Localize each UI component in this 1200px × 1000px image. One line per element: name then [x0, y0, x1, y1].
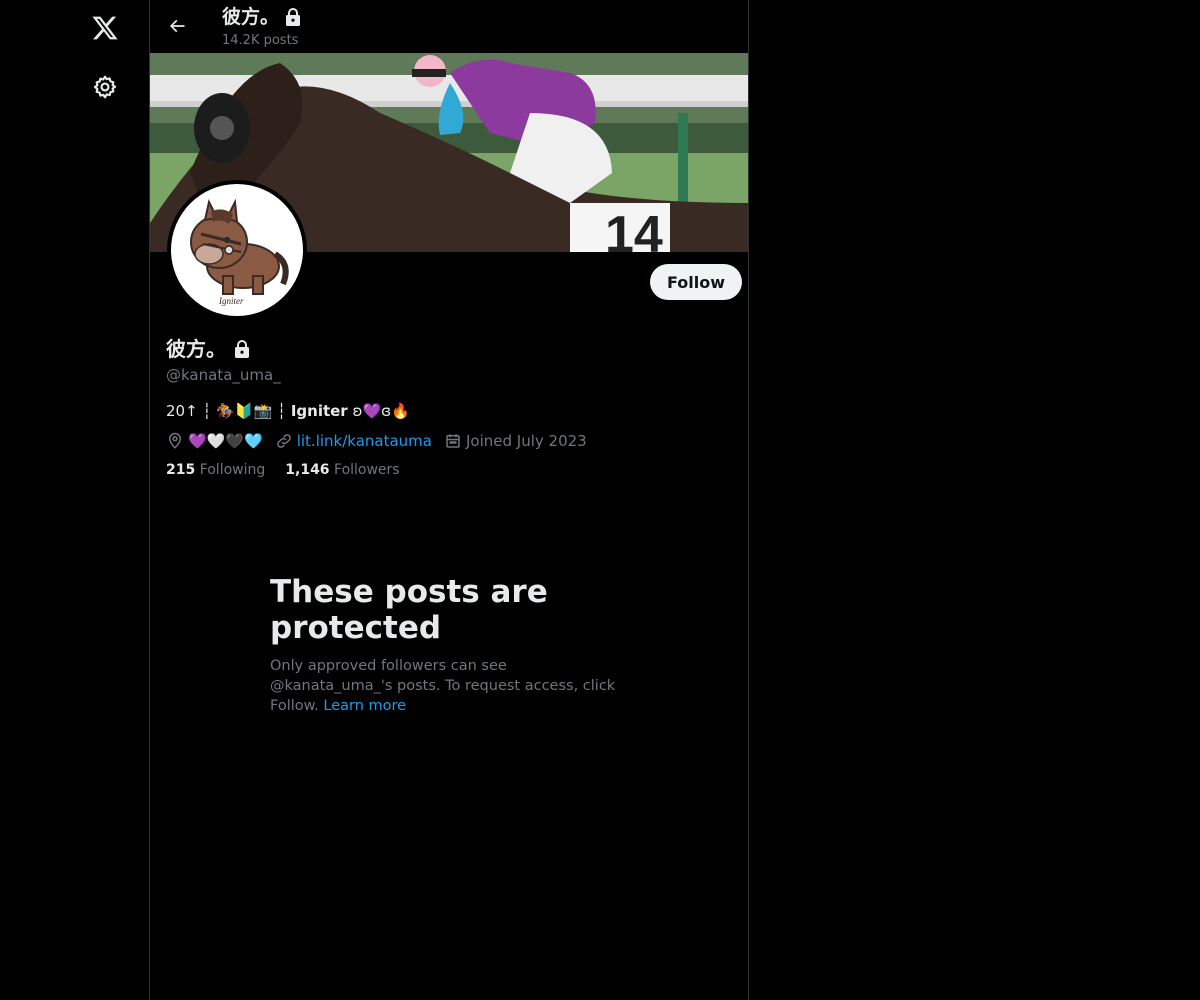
left-rail	[0, 0, 150, 1000]
follow-stats: 215 Following 1,146 Followers	[166, 462, 732, 478]
joined-date: Joined July 2023	[465, 432, 587, 450]
bio: 20↑ ┆ 🏇🔰📸 ┆ Igniter ʚ💜ɞ🔥	[166, 400, 732, 422]
display-name: 彼方。	[166, 337, 226, 361]
lock-icon	[286, 8, 301, 26]
bio-suffix: ʚ💜ɞ🔥	[347, 402, 410, 420]
protected-notice: These posts are protected Only approved …	[270, 574, 630, 716]
profile-column: 彼方。 14.2K posts 14 Igniter Follow 彼方。 @k…	[149, 0, 749, 1000]
protected-body-text: Only approved followers can see @kanata_…	[270, 658, 616, 714]
settings-button[interactable]	[80, 62, 130, 112]
profile-header-bar: 彼方。 14.2K posts	[150, 0, 748, 53]
horse-illustration: Igniter	[190, 198, 289, 306]
website-link[interactable]: lit.link/kanatauma	[297, 432, 432, 450]
svg-text:14: 14	[605, 206, 663, 252]
joined-item: Joined July 2023	[444, 432, 587, 450]
location-item: 💜🤍🖤🩵	[166, 432, 263, 450]
header-display-name: 彼方。	[222, 6, 280, 28]
following-link[interactable]: 215 Following	[166, 462, 265, 478]
arrow-left-icon	[169, 19, 185, 33]
bio-bold: Igniter	[290, 402, 348, 420]
link-icon	[276, 434, 291, 448]
followers-count: 1,146	[285, 462, 330, 478]
avatar-image: Igniter	[171, 184, 303, 316]
following-label: Following	[199, 462, 266, 478]
back-button[interactable]	[162, 11, 192, 41]
x-logo-button[interactable]	[80, 3, 130, 53]
location-text: 💜🤍🖤🩵	[188, 432, 263, 450]
display-name-row: 彼方。	[166, 336, 732, 362]
followers-link[interactable]: 1,146 Followers	[285, 462, 399, 478]
calendar-icon	[446, 434, 460, 448]
profile-meta: 💜🤍🖤🩵 lit.link/kanatauma Joined July 2023	[166, 432, 732, 450]
profile-info: 彼方。 @kanata_uma_ 20↑ ┆ 🏇🔰📸 ┆ Igniter ʚ💜ɞ…	[166, 336, 732, 478]
avatar[interactable]: Igniter	[167, 180, 307, 320]
avatar-caption: Igniter	[218, 296, 244, 306]
learn-more-link[interactable]: Learn more	[323, 698, 406, 714]
gear-icon	[93, 75, 117, 99]
posts-count: 14.2K posts	[222, 33, 299, 48]
lock-icon	[235, 340, 249, 358]
bio-prefix: 20↑ ┆ 🏇🔰📸 ┆	[166, 402, 291, 420]
x-logo-icon	[92, 16, 118, 40]
following-count: 215	[166, 462, 196, 478]
location-pin-icon	[168, 432, 182, 449]
user-handle: @kanata_uma_	[166, 366, 281, 384]
followers-label: Followers	[334, 462, 400, 478]
header-title: 彼方。	[222, 5, 301, 29]
protected-body: Only approved followers can see @kanata_…	[270, 656, 630, 716]
website-item: lit.link/kanatauma	[275, 432, 432, 450]
follow-button[interactable]: Follow	[650, 264, 743, 300]
protected-title: These posts are protected	[270, 574, 548, 646]
